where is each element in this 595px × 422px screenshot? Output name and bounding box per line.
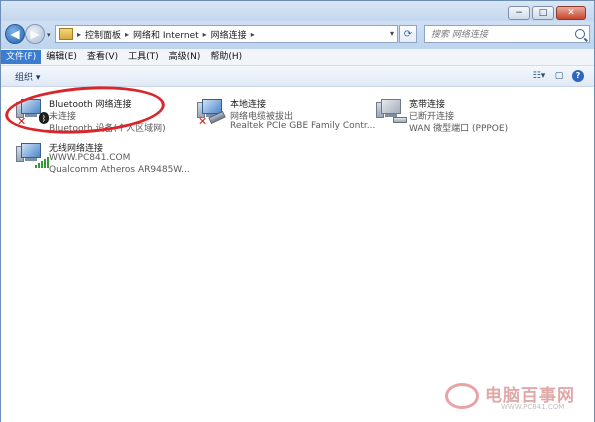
breadcrumb-separator-icon: ▸ [202, 29, 207, 39]
watermark-logo-icon [445, 383, 479, 409]
breadcrumb-control-panel[interactable]: 控制面板 [85, 28, 121, 41]
refresh-icon: ⟳ [403, 28, 413, 40]
command-bar: 组织 ▾ ☷▾ ▢ ? [1, 66, 594, 87]
recent-pages-dropdown[interactable]: ▾ [47, 31, 51, 39]
connection-device: WAN 微型端口 (PPPOE) [409, 124, 509, 134]
maximize-button[interactable]: □ [532, 6, 554, 20]
preview-pane-icon[interactable]: ▢ [552, 69, 566, 82]
menu-help[interactable]: 帮助(H) [205, 50, 247, 64]
forward-arrow-icon: ▶ [30, 27, 40, 41]
connection-device: Realtek PCIe GBE Family Contr... [230, 121, 376, 131]
view-options-icon[interactable]: ☷▾ [532, 69, 546, 82]
address-bar[interactable]: ▸ 控制面板 ▸ 网络和 Internet ▸ 网络连接 ▸ ▾ [55, 25, 398, 43]
monitor-shape [21, 143, 41, 158]
back-arrow-icon: ◀ [10, 27, 20, 41]
connection-item-broadband[interactable]: 宽带连接 已断开连接 WAN 微型端口 (PPPOE) [375, 91, 550, 134]
refresh-button[interactable]: ⟳ [399, 25, 417, 43]
network-computer-icon: ✕ [197, 99, 226, 128]
modem-icon [393, 117, 407, 123]
search-box[interactable] [424, 25, 590, 43]
breadcrumb-separator-icon: ▸ [125, 29, 130, 39]
breadcrumb-network-connections[interactable]: 网络连接 [211, 28, 247, 41]
address-dropdown-icon[interactable]: ▾ [390, 29, 394, 38]
title-bar: − □ ✕ [1, 1, 594, 21]
back-button[interactable]: ◀ [5, 24, 25, 44]
connection-item-local[interactable]: ✕ 本地连接 网络电缆被拔出 Realtek PCIe GBE Family C… [196, 91, 375, 133]
organize-button[interactable]: 组织 ▾ [15, 70, 40, 83]
menu-bar: 文件(F) 编辑(E) 查看(V) 工具(T) 高级(N) 帮助(H) [1, 49, 594, 66]
watermark-url: WWW.PC841.COM [501, 403, 565, 411]
menu-view[interactable]: 查看(V) [82, 50, 123, 64]
monitor-shape [381, 99, 401, 114]
close-button[interactable]: ✕ [556, 6, 586, 20]
network-computer-icon [16, 143, 49, 169]
search-icon[interactable] [575, 29, 585, 39]
breadcrumb-separator-icon: ▸ [250, 29, 255, 39]
forward-button[interactable]: ▶ [25, 24, 45, 44]
address-row: ◀ ▶ ▾ ▸ 控制面板 ▸ 网络和 Internet ▸ 网络连接 ▸ ▾ ⟳ [1, 21, 594, 49]
minimize-button[interactable]: − [508, 6, 530, 20]
breadcrumb-network-internet[interactable]: 网络和 Internet [133, 28, 199, 41]
connection-item-wireless[interactable]: 无线网络连接 WWW.PC841.COM Qualcomm Atheros AR… [15, 135, 190, 177]
connection-device: Qualcomm Atheros AR9485W... [49, 165, 190, 175]
network-computer-icon [376, 99, 407, 125]
site-watermark: 电脑百事网 WWW.PC841.COM [445, 379, 593, 419]
explorer-window: − □ ✕ ◀ ▶ ▾ ▸ 控制面板 ▸ 网络和 Internet ▸ 网络连接… [0, 0, 595, 422]
menu-edit[interactable]: 编辑(E) [41, 50, 82, 64]
help-icon[interactable]: ? [572, 69, 584, 82]
connections-list: ✕ ᛒ Bluetooth 网络连接 未连接 Bluetooth 设备(个人区域… [1, 87, 594, 422]
caption-buttons: − □ ✕ [508, 6, 586, 20]
menu-tools[interactable]: 工具(T) [123, 50, 164, 64]
search-input[interactable] [429, 27, 573, 43]
menu-file[interactable]: 文件(F) [1, 50, 42, 64]
connection-status: WWW.PC841.COM [49, 153, 131, 163]
disconnected-x-icon: ✕ [198, 115, 208, 128]
wifi-signal-icon [35, 157, 49, 168]
toolbar-icons: ☷▾ ▢ ? [532, 69, 584, 82]
breadcrumb-separator-icon: ▸ [77, 29, 82, 39]
menu-advanced[interactable]: 高级(N) [164, 50, 206, 64]
control-panel-icon [59, 28, 73, 40]
